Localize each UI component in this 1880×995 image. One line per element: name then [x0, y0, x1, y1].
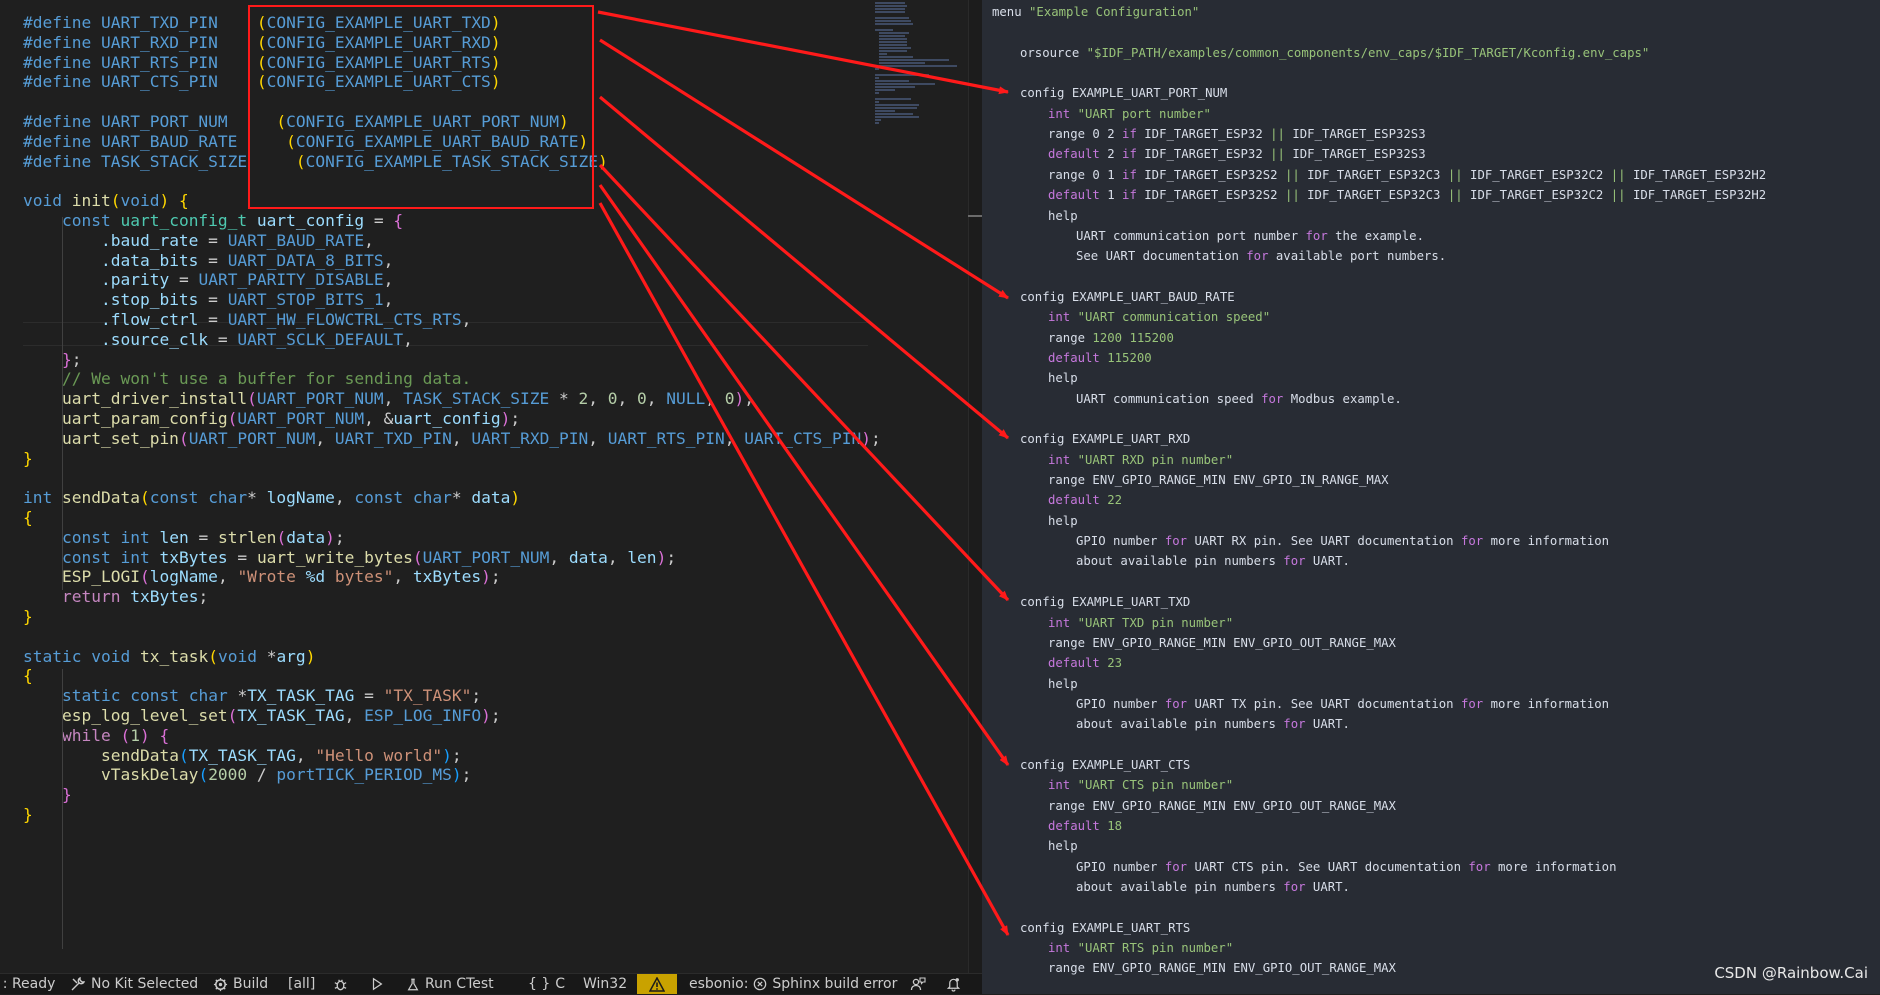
run-button[interactable]	[370, 974, 384, 994]
language-label: C	[555, 975, 566, 992]
gear-icon	[213, 977, 228, 992]
run-ctest-label: Run CTest	[425, 975, 494, 992]
bug-icon	[333, 977, 348, 992]
accounts-button[interactable]	[910, 974, 926, 994]
esbonio-label: esbonio:	[689, 975, 749, 992]
sphinx-error-label: Sphinx build error	[772, 975, 898, 992]
arrow-cts-to-txd	[598, 163, 1010, 602]
build-target-selector[interactable]: [all]	[288, 974, 315, 994]
arrow-txd-to-port-num	[597, 10, 1009, 95]
arrow-baud-to-rts	[598, 202, 1010, 936]
status-ready[interactable]: : Ready	[0, 974, 56, 994]
kit-label: No Kit Selected	[91, 975, 199, 992]
annotation-arrows	[597, 10, 1010, 936]
esbonio-status[interactable]: esbonio: Sphinx build error	[689, 974, 897, 994]
status-bar: : Ready No Kit Selected Build [all] Run …	[0, 973, 982, 994]
build-button[interactable]: Build	[213, 974, 268, 994]
arrow-rts-to-rxd	[598, 95, 1010, 440]
error-circle-icon	[753, 977, 767, 991]
build-label: Build	[233, 975, 269, 992]
notifications-button[interactable]	[946, 974, 961, 994]
language-mode[interactable]: { } C	[528, 974, 565, 994]
run-ctest-button[interactable]: Run CTest	[406, 974, 494, 994]
tools-icon	[70, 976, 86, 992]
warning-indicator[interactable]	[637, 974, 677, 994]
cmake-kit-selector[interactable]: No Kit Selected	[70, 974, 198, 994]
braces-icon: { }	[528, 975, 551, 992]
warning-icon	[649, 976, 665, 992]
flask-icon	[406, 977, 420, 992]
bell-icon	[946, 976, 961, 992]
person-feedback-icon	[910, 976, 926, 992]
status-ready-label: : Ready	[0, 975, 56, 992]
debug-button[interactable]	[333, 974, 348, 994]
build-target-label: [all]	[288, 975, 316, 992]
platform-selector[interactable]: Win32	[583, 974, 627, 994]
play-icon	[370, 977, 384, 991]
arrow-port-num-to-cts	[598, 184, 1010, 766]
platform-label: Win32	[583, 975, 628, 992]
